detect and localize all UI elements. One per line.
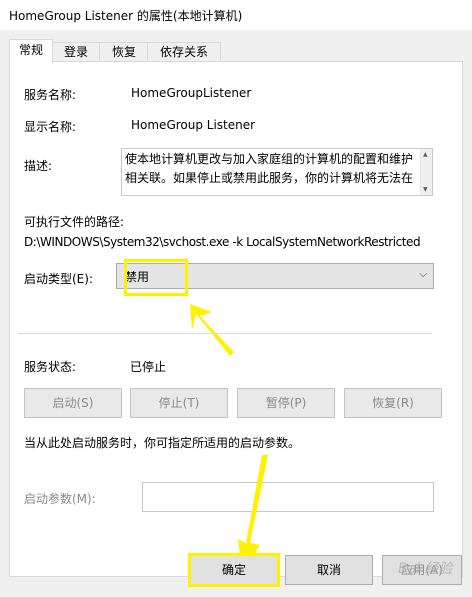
service-status-value: 已停止 [130, 360, 167, 374]
start-params-hint: 当从此处启动服务时，你可指定所适用的启动参数。 [24, 436, 301, 450]
service-status-label: 服务状态: [24, 360, 77, 374]
annotation-arrow-up [190, 304, 234, 356]
tab-dependencies[interactable]: 依存关系 [147, 42, 221, 62]
startup-type-label: 启动类型(E): [24, 272, 93, 286]
resume-button[interactable]: 恢复(R) [344, 388, 442, 418]
display-name-label: 显示名称: [24, 120, 77, 134]
exe-path-value: D:\WINDOWS\System32\svchost.exe -k Local… [24, 235, 421, 249]
separator [18, 333, 432, 334]
scroll-up-icon[interactable]: ▲ [423, 151, 428, 158]
stop-button[interactable]: 停止(T) [130, 388, 228, 418]
exe-path-label: 可执行文件的路径: [24, 215, 125, 229]
display-name-value: HomeGroup Listener [131, 118, 256, 132]
service-name-label: 服务名称: [24, 88, 77, 102]
scroll-down-icon[interactable]: ▼ [423, 186, 428, 193]
startup-type-highlight [124, 259, 188, 296]
pause-button[interactable]: 暂停(P) [237, 388, 335, 418]
description-label: 描述: [24, 159, 53, 173]
window-title: HomeGroup Listener 的属性(本地计算机) [9, 9, 243, 23]
chevron-down-icon: ⌵ [419, 269, 427, 280]
watermark: Bai 经验 [398, 561, 453, 577]
service-name-value: HomeGroupListener [131, 86, 252, 100]
description-textbox[interactable]: 使本地计算机更改与加入家庭组的计算机的配置和维护相关联。如果停止或禁用此服务，你… [121, 148, 433, 196]
description-scrollbar[interactable]: ▲ ▼ [420, 149, 432, 195]
tab-logon[interactable]: 登录 [51, 42, 101, 62]
start-params-label: 启动参数(M): [24, 492, 96, 506]
cancel-button[interactable]: 取消 [285, 555, 373, 585]
title-bar: HomeGroup Listener 的属性(本地计算机) [0, 0, 472, 30]
start-button[interactable]: 启动(S) [24, 388, 122, 418]
tab-recovery[interactable]: 恢复 [99, 42, 149, 62]
description-text: 使本地计算机更改与加入家庭组的计算机的配置和维护相关联。如果停止或禁用此服务，你… [125, 152, 414, 185]
ok-button[interactable]: 确定 [188, 553, 280, 587]
start-params-input[interactable] [142, 482, 434, 512]
tab-general[interactable]: 常规 [9, 39, 53, 63]
dialog-client: 常规 登录 恢复 依存关系 服务名称: HomeGroupListener 显示… [0, 30, 472, 597]
